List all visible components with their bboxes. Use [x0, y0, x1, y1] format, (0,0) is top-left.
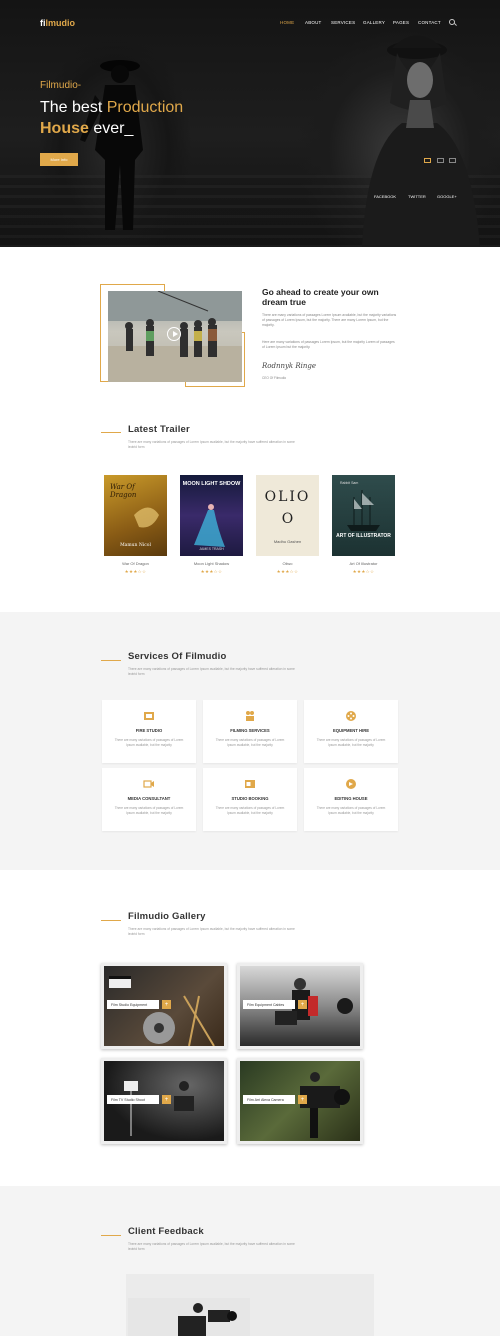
nav-home[interactable]: HOME [280, 20, 294, 25]
hero-woman-image [362, 35, 480, 247]
gallery-label: Film TV Studio Shoot [107, 1095, 159, 1104]
service-card[interactable]: FILMING SERVICES There are many variatio… [203, 700, 297, 763]
plus-icon[interactable]: + [298, 1095, 307, 1104]
services-subtitle: There are many variations of passages of… [128, 667, 295, 676]
hero-section: filmudio HOME ABOUT SERVICES GALLERY PAG… [0, 0, 500, 247]
service-card[interactable]: EDITING HOUSE There are many variations … [304, 768, 398, 831]
gallery-item[interactable]: Film TV Studio Shoot + [101, 1058, 227, 1144]
trailers-subtitle: There are many variations of passages of… [128, 440, 295, 449]
signature: Rodnnyk Ringe [262, 362, 317, 370]
service-title: FILMING SERVICES [230, 728, 270, 733]
rating-stars: ★★★☆☆ [124, 569, 147, 574]
play-icon[interactable] [167, 327, 181, 341]
media-icon [143, 780, 154, 788]
film-reel-icon [346, 711, 356, 721]
service-desc: There are many variations of passages of… [114, 806, 184, 815]
booking-icon [245, 780, 255, 788]
nav-about[interactable]: ABOUT [305, 20, 322, 25]
poster-art-of-illustrator[interactable]: Rabbit Sam ART OF ILLUSTRATOR [332, 475, 395, 556]
camera-crew-icon [246, 711, 254, 721]
nav-gallery[interactable]: GALLERY [363, 20, 385, 25]
search-icon[interactable] [449, 19, 455, 25]
service-card[interactable]: EQUIPMENT HIRE There are many variations… [304, 700, 398, 763]
service-card[interactable]: FIRE STUDIO There are many variations of… [102, 700, 196, 763]
service-desc: There are many variations of passages of… [114, 738, 184, 747]
rating-stars: ★★★☆☆ [276, 569, 299, 574]
slide-indicator-2[interactable] [437, 158, 444, 163]
editing-icon [346, 779, 356, 789]
poster-oliwo[interactable]: OLIO O Madhu Gashen [256, 475, 319, 556]
plus-icon[interactable]: + [298, 1000, 307, 1009]
section-line [101, 1235, 121, 1236]
trailer-title[interactable]: Moon Light Shadow [180, 561, 243, 566]
gallery-label: Film Studio Equipment [107, 1000, 159, 1009]
service-card[interactable]: MEDIA CONSULTANT There are many variatio… [102, 768, 196, 831]
social-twitter[interactable]: TWITTER [408, 194, 426, 199]
section-line [101, 920, 121, 921]
trailer-title[interactable]: War Of Dragon [104, 561, 167, 566]
poster-moon-light-shadow[interactable]: MOON LIGHT SHDOW JAMES TRASH [180, 475, 243, 556]
feedback-subtitle: There are many variations of passages of… [128, 1242, 295, 1251]
plus-icon[interactable]: + [162, 1000, 171, 1009]
site-logo[interactable]: filmudio [40, 18, 75, 28]
ship-art [347, 490, 380, 531]
gallery-item[interactable]: Film Arri Alexa Camera + [237, 1058, 363, 1144]
about-paragraph-1: There are many variations of passages Lo… [262, 313, 397, 327]
poster-war-of-dragon[interactable]: War Of Dragon Mamun Nicol [104, 475, 167, 556]
service-title: EDITING HOUSE [334, 796, 368, 801]
page: filmudio HOME ABOUT SERVICES GALLERY PAG… [0, 0, 500, 1336]
nav-services[interactable]: SERVICES [331, 20, 355, 25]
trailers-title: Latest Trailer [128, 424, 190, 435]
service-card[interactable]: STUDIO BOOKING There are many variations… [203, 768, 297, 831]
slide-indicator-3[interactable] [449, 158, 456, 163]
film-studio-icon [144, 712, 154, 720]
feedback-camera-image [128, 1298, 250, 1336]
trailer-title[interactable]: Oliwo [256, 561, 319, 566]
feedback-title: Client Feedback [128, 1226, 204, 1237]
plus-icon[interactable]: + [162, 1095, 171, 1104]
social-facebook[interactable]: FACEBOOK [374, 194, 396, 199]
oliwo-letter: O [281, 511, 294, 527]
service-desc: There are many variations of passages of… [215, 806, 285, 815]
gallery-label: Film Arri Alexa Camera [243, 1095, 295, 1104]
section-line [101, 660, 121, 661]
slide-indicator-1[interactable] [424, 158, 431, 163]
more-info-button[interactable]: More Info [40, 153, 78, 166]
signature-name: CEO Of Filmudio [262, 376, 287, 380]
social-google[interactable]: GOOGLE+ [437, 194, 457, 199]
service-title: FIRE STUDIO [135, 728, 163, 733]
service-desc: There are many variations of passages of… [215, 738, 285, 747]
camera-operator-image [178, 1303, 237, 1336]
about-paragraph-2: Here are many variations of passages Lor… [262, 340, 395, 349]
about-title: Go ahead to create your own dream true [262, 287, 379, 307]
gallery-item[interactable]: Film Studio Equipment + [101, 963, 227, 1049]
service-title: STUDIO BOOKING [231, 796, 269, 801]
gallery-label: Film Equipment Cables [243, 1000, 295, 1009]
service-title: EQUIPMENT HIRE [332, 728, 370, 733]
nav-pages[interactable]: PAGES [393, 20, 409, 25]
gallery-subtitle: There are many variations of passages of… [128, 927, 295, 936]
section-line [101, 432, 121, 433]
gallery-title: Filmudio Gallery [128, 911, 206, 922]
service-desc: There are many variations of passages of… [316, 738, 386, 747]
nav-contact[interactable]: CONTACT [418, 20, 441, 25]
hero-title: The best Production House ever_ [40, 99, 184, 137]
hero-man-image [80, 60, 143, 230]
service-title: MEDIA CONSULTANT [127, 796, 171, 801]
rating-stars: ★★★☆☆ [200, 569, 223, 574]
moon-art [194, 504, 225, 547]
services-title: Services Of Filmudio [128, 651, 227, 662]
gallery-item[interactable]: Film Equipment Cables + [237, 963, 363, 1049]
rating-stars: ★★★☆☆ [352, 569, 375, 574]
hero-eyebrow: Filmudio- [40, 80, 82, 91]
trailer-title[interactable]: Art Of Illustrator [332, 561, 395, 566]
service-desc: There are many variations of passages of… [316, 806, 386, 815]
